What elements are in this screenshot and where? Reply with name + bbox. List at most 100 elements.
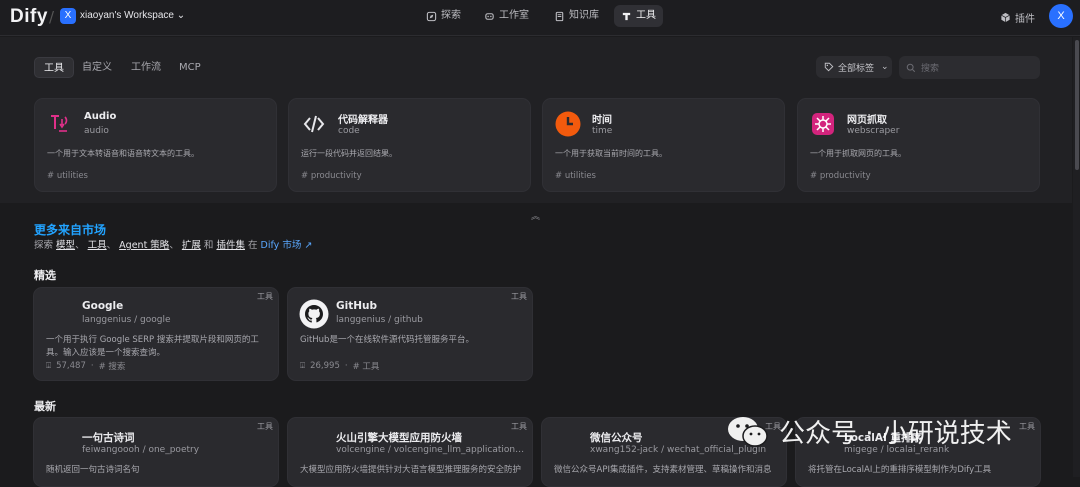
plugin-name: Google [82,300,124,312]
chevron-down-icon: ⌄ [881,62,889,72]
plugin-type-badge: 工具 [257,422,273,431]
tool-card-code[interactable]: 代码解释器 code 运行一段代码并返回结果。 # productivity [288,98,531,192]
link-tools[interactable]: 工具 [88,240,107,251]
collapse-chevron-icon[interactable]: ︽ [531,209,540,222]
nav-explore-label: 探索 [441,10,461,21]
studio-icon [485,12,494,20]
marketplace-link[interactable]: Dify 市场 ↗ [261,240,313,251]
plugin-meta: ⍗ 26,995 · # 工具 [300,360,379,372]
plugin-type-badge: 工具 [511,422,527,431]
tab-workflow[interactable]: 工作流 [122,57,170,78]
tab-builtin[interactable]: 工具 [34,57,74,78]
plugin-meta: ⍗ 57,487 · # 搜索 [46,360,125,372]
meta-dot: · [344,361,348,371]
clock-icon [555,111,581,137]
plugins-button[interactable]: 插件 [1000,10,1035,25]
plugin-name: GitHub [336,300,378,312]
tool-tag: # productivity [301,171,362,181]
plugin-type-badge: 工具 [257,292,273,301]
book-icon [555,11,564,21]
nav-knowledge[interactable]: 知识库 [547,5,606,27]
nav-studio-label: 工作室 [499,10,529,21]
plugin-org: volcengine / volcengine_llm_application_… [336,445,526,455]
nav-tools[interactable]: 工具 [614,5,663,27]
tag-icon [824,62,834,72]
watermark: 公众号 · 小研说技术 [725,413,1012,450]
search-placeholder: 搜索 [921,64,940,74]
section-featured-title: 精选 [34,269,56,282]
plugin-card-github[interactable]: 工具 GitHub langgenius / github GitHub是一个在… [287,287,533,381]
and-word: 和 [203,240,214,251]
marketplace-subtitle: 探索 模型、 工具、 Agent 策略、 扩展 和 插件集 在 Dify 市场 … [34,237,312,251]
dify-logo[interactable]: Dify [10,6,48,28]
wechat-logo-icon [553,429,583,459]
tool-description: 一个用于抓取网页的工具。 [810,149,906,158]
tool-name: 时间 [592,115,612,126]
plugin-description: 微信公众号API集成插件，支持素材管理、草稿操作和消息 [554,465,772,475]
meta-dot: · [90,361,94,371]
separator: 、 [106,240,117,251]
plugin-card-google[interactable]: 工具 Google langgenius / google 一个用于执行 Goo… [33,287,279,381]
in-word: 在 [248,240,258,251]
plugin-org: feiwangoooh / one_poetry [82,445,200,455]
breadcrumb-separator: / [49,8,55,26]
plugin-description: 随机返回一句古诗词名句 [46,465,140,475]
search-input[interactable]: 搜索 [899,56,1040,79]
tool-tag: # utilities [47,171,88,181]
scrollbar-thumb[interactable] [1075,40,1079,170]
tool-card-time[interactable]: 时间 time 一个用于获取当前时间的工具。 # utilities [542,98,785,192]
plugin-description: 一个用于执行 Google SERP 搜索并提取片段和网页的工具。输入应该是一个… [46,335,259,358]
tool-card-webscraper[interactable]: 网页抓取 webscraper 一个用于抓取网页的工具。 # productiv… [797,98,1040,192]
tool-id: audio [84,126,109,136]
cube-icon [1001,12,1010,23]
tool-name: 网页抓取 [847,115,887,126]
tool-card-audio[interactable]: Audio audio 一个用于文本转语音和语音转文本的工具。 # utilit… [34,98,277,192]
workspace-switcher[interactable]: xiaoyan's Workspace ⌄ [80,10,185,21]
plugin-tag: # 工具 [352,362,380,372]
tool-id: code [338,126,360,136]
tool-id: time [592,126,613,136]
tool-name: Audio [84,111,117,122]
nav-explore[interactable]: 探索 [419,5,468,27]
separator: 、 [169,240,179,251]
watermark-text: 公众号 · 小研说技术 [779,419,1012,449]
tab-mcp[interactable]: MCP [170,57,210,78]
workspace-avatar[interactable]: X [60,8,76,24]
tab-custom[interactable]: 自定义 [73,57,121,78]
workspace-name: xiaoyan's Workspace [80,10,174,21]
link-agent-strategy[interactable]: Agent 策略 [119,240,169,251]
audio-icon [47,111,73,137]
download-icon: ⍗ [46,361,52,371]
tool-description: 一个用于文本转语音和语音转文本的工具。 [47,149,199,158]
link-extensions[interactable]: 扩展 [182,240,201,251]
install-count: 26,995 [310,361,340,371]
plugin-description: GitHub是一个在线软件源代码托管服务平台。 [300,335,474,345]
google-logo-icon [45,299,75,329]
chevron-down-icon: ⌄ [176,10,186,21]
plugin-type-badge: 工具 [511,292,527,301]
tool-name: 代码解释器 [338,115,388,126]
link-models[interactable]: 模型 [56,240,75,251]
user-avatar[interactable]: X [1049,4,1073,28]
nav-studio[interactable]: 工作室 [477,5,536,27]
wechat-watermark-icon [728,416,768,447]
separator: 、 [75,240,85,251]
nav-tools-label: 工具 [636,10,656,21]
install-count: 57,487 [56,361,86,371]
tag-filter-dropdown[interactable]: 全部标签 ⌄ [816,56,892,78]
explore-icon [426,11,437,21]
code-icon [301,111,327,137]
plugin-org: langgenius / google [82,315,171,325]
plugin-name: 一句古诗词 [82,432,135,444]
download-icon: ⍗ [300,361,306,371]
plugin-name: 火山引擎大模型应用防火墙 [336,432,462,444]
nav-knowledge-label: 知识库 [569,10,599,21]
tag-filter-label: 全部标签 [838,63,875,74]
plugin-description: 将托管在LocalAI上的重排序模型制作为Dify工具 [808,465,992,475]
plugin-type-badge: 工具 [1019,422,1035,431]
section-latest-title: 最新 [34,400,56,413]
plugin-name: 微信公众号 [590,432,643,444]
link-bundles[interactable]: 插件集 [216,240,245,251]
tool-tag: # productivity [810,171,871,181]
top-bar: Dify / X xiaoyan's Workspace ⌄ 探索 工作室 知识… [0,0,1080,36]
